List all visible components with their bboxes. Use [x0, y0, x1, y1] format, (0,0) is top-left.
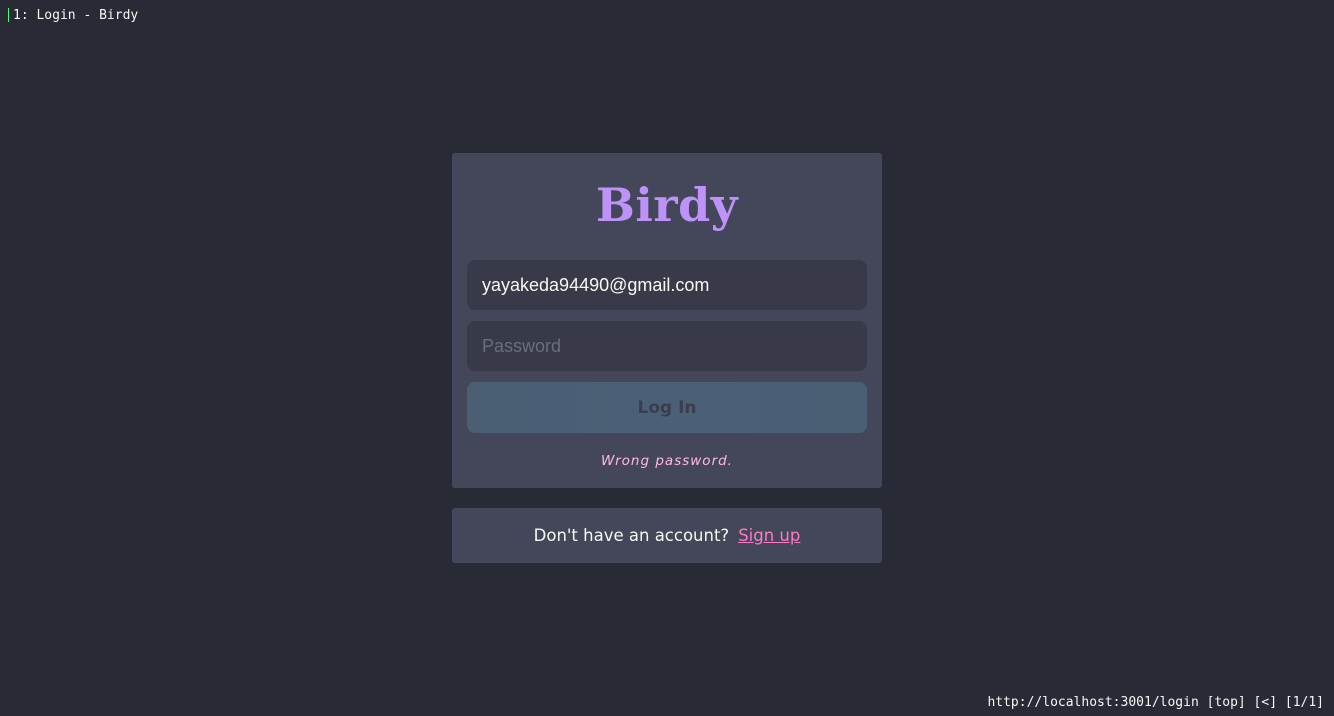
brand-logo: Birdy — [596, 178, 738, 232]
login-card: Birdy Log In Wrong password. — [452, 153, 882, 488]
browser-tab[interactable]: 1: Login - Birdy — [0, 0, 138, 30]
tab-label: 1: Login - Birdy — [13, 7, 139, 23]
signup-card: Don't have an account? Sign up — [452, 508, 882, 563]
email-field[interactable] — [467, 260, 867, 310]
tab-marker — [8, 8, 9, 22]
password-field[interactable] — [467, 321, 867, 371]
login-button[interactable]: Log In — [467, 382, 867, 433]
status-bar-url: http://localhost:3001/login [top] [<] [1… — [987, 695, 1324, 710]
signup-prompt: Don't have an account? — [533, 526, 730, 545]
error-message: Wrong password. — [601, 453, 733, 469]
signup-link[interactable]: Sign up — [738, 526, 800, 545]
